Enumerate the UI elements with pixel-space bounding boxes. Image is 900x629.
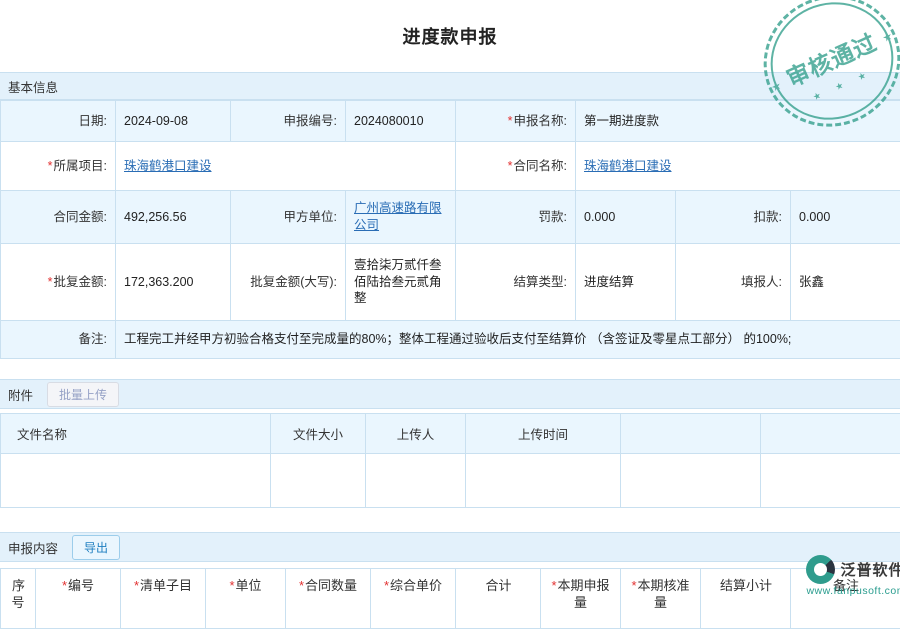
table-row: *所属项目: 珠海鹤港口建设 *合同名称: 珠海鹤港口建设 [1, 142, 900, 191]
project-link[interactable]: 珠海鹤港口建设 [124, 159, 212, 173]
col-uploader: 上传人 [366, 414, 466, 454]
date-label: 日期: [1, 101, 116, 142]
export-button[interactable]: 导出 [72, 535, 120, 560]
col-upload-time: 上传时间 [466, 414, 621, 454]
preparer-value: 张鑫 [791, 244, 900, 321]
deduction-value: 0.000 [791, 191, 900, 244]
section-basic-info-label: 基本信息 [8, 77, 58, 96]
preparer-label: 填报人: [676, 244, 791, 321]
col-code: *编号 [36, 569, 121, 629]
col-contract-qty: *合同数量 [286, 569, 371, 629]
col-list-item: *清单子目 [121, 569, 206, 629]
section-declaration-content: 申报内容 导出 [0, 532, 900, 562]
required-asterisk: * [551, 578, 556, 593]
watermark-url: www.fanpusoft.com [806, 585, 900, 597]
penalty-value: 0.000 [576, 191, 676, 244]
required-asterisk: * [134, 578, 139, 593]
project-value: 珠海鹤港口建设 [116, 142, 456, 191]
col-current-approved-qty: *本期核准量 [621, 569, 701, 629]
attachments-table: 文件名称 文件大小 上传人 上传时间 [0, 413, 900, 508]
empty-cell [761, 454, 900, 508]
project-label: *所属项目: [1, 142, 116, 191]
deduction-label: 扣款: [676, 191, 791, 244]
content-header-row: 序号 *编号 *清单子目 *单位 *合同数量 *综合单价 合计 *本期申报量 *… [1, 569, 900, 629]
col-current-declared-qty: *本期申报量 [541, 569, 621, 629]
empty-cell [621, 454, 761, 508]
fanpu-logo-icon [806, 555, 835, 584]
declaration-no-value: 2024080010 [346, 101, 456, 142]
col-file-name: 文件名称 [1, 414, 271, 454]
remark-value: 工程完工并经甲方初验合格支付至完成量的80%；整体工程通过验收后支付至结算价 （… [116, 321, 900, 359]
declaration-content-table: 序号 *编号 *清单子目 *单位 *合同数量 *综合单价 合计 *本期申报量 *… [0, 568, 900, 629]
required-asterisk: * [62, 578, 67, 593]
approved-amount-label: *批复金额: [1, 244, 116, 321]
page-title: 进度款申报 [403, 23, 498, 49]
settlement-type-value: 进度结算 [576, 244, 676, 321]
table-row: 日期: 2024-09-08 申报编号: 2024080010 *申报名称: 第… [1, 101, 900, 142]
contract-name-value: 珠海鹤港口建设 [576, 142, 900, 191]
party-a-value: 广州高速路有限公司 [346, 191, 456, 244]
col-settlement-subtotal: 结算小计 [701, 569, 791, 629]
table-row: *批复金额: 172,363.200 批复金额(大写): 壹拾柒万贰仟叁佰陆拾叁… [1, 244, 900, 321]
settlement-type-label: 结算类型: [456, 244, 576, 321]
empty-cell [366, 454, 466, 508]
section-attachments-label: 附件 [8, 385, 33, 404]
section-attachments: 附件 批量上传 [0, 379, 900, 409]
penalty-label: 罚款: [456, 191, 576, 244]
party-a-link[interactable]: 广州高速路有限公司 [354, 201, 442, 232]
section-declaration-content-label: 申报内容 [8, 538, 58, 557]
approved-amount-value: 172,363.200 [116, 244, 231, 321]
declaration-name-label: *申报名称: [456, 101, 576, 142]
attachments-empty-row [1, 454, 900, 508]
empty-cell [466, 454, 621, 508]
empty-header-cell [761, 414, 900, 454]
contract-amount-label: 合同金额: [1, 191, 116, 244]
required-asterisk: * [508, 159, 513, 173]
basic-info-table: 日期: 2024-09-08 申报编号: 2024080010 *申报名称: 第… [0, 100, 900, 359]
vendor-watermark: 泛普软件 www.fanpusoft.com [806, 555, 900, 597]
empty-cell [271, 454, 366, 508]
required-asterisk: * [384, 578, 389, 593]
empty-cell [1, 454, 271, 508]
col-file-size: 文件大小 [271, 414, 366, 454]
approved-amount-caps-label: 批复金额(大写): [231, 244, 346, 321]
required-asterisk: * [631, 578, 636, 593]
batch-upload-button[interactable]: 批量上传 [47, 382, 119, 407]
required-asterisk: * [299, 578, 304, 593]
col-seq: 序号 [1, 569, 36, 629]
watermark-top: 泛普软件 [806, 555, 900, 584]
attachments-header-row: 文件名称 文件大小 上传人 上传时间 [1, 414, 900, 454]
col-unit-price: *综合单价 [371, 569, 456, 629]
col-total: 合计 [456, 569, 541, 629]
watermark-brand: 泛普软件 [840, 559, 900, 580]
required-asterisk: * [508, 114, 513, 128]
required-asterisk: * [48, 159, 53, 173]
col-unit: *单位 [206, 569, 286, 629]
party-a-label: 甲方单位: [231, 191, 346, 244]
page-header: 进度款申报 [0, 0, 900, 72]
required-asterisk: * [229, 578, 234, 593]
declaration-name-value: 第一期进度款 [576, 101, 900, 142]
section-basic-info: 基本信息 [0, 72, 900, 100]
contract-amount-value: 492,256.56 [116, 191, 231, 244]
empty-header-cell [621, 414, 761, 454]
contract-name-label: *合同名称: [456, 142, 576, 191]
table-row: 备注: 工程完工并经甲方初验合格支付至完成量的80%；整体工程通过验收后支付至结… [1, 321, 900, 359]
remark-label: 备注: [1, 321, 116, 359]
contract-name-link[interactable]: 珠海鹤港口建设 [584, 159, 672, 173]
required-asterisk: * [48, 275, 53, 289]
date-value: 2024-09-08 [116, 101, 231, 142]
table-row: 合同金额: 492,256.56 甲方单位: 广州高速路有限公司 罚款: 0.0… [1, 191, 900, 244]
approved-amount-caps-value: 壹拾柒万贰仟叁佰陆拾叁元贰角整 [346, 244, 456, 321]
declaration-no-label: 申报编号: [231, 101, 346, 142]
